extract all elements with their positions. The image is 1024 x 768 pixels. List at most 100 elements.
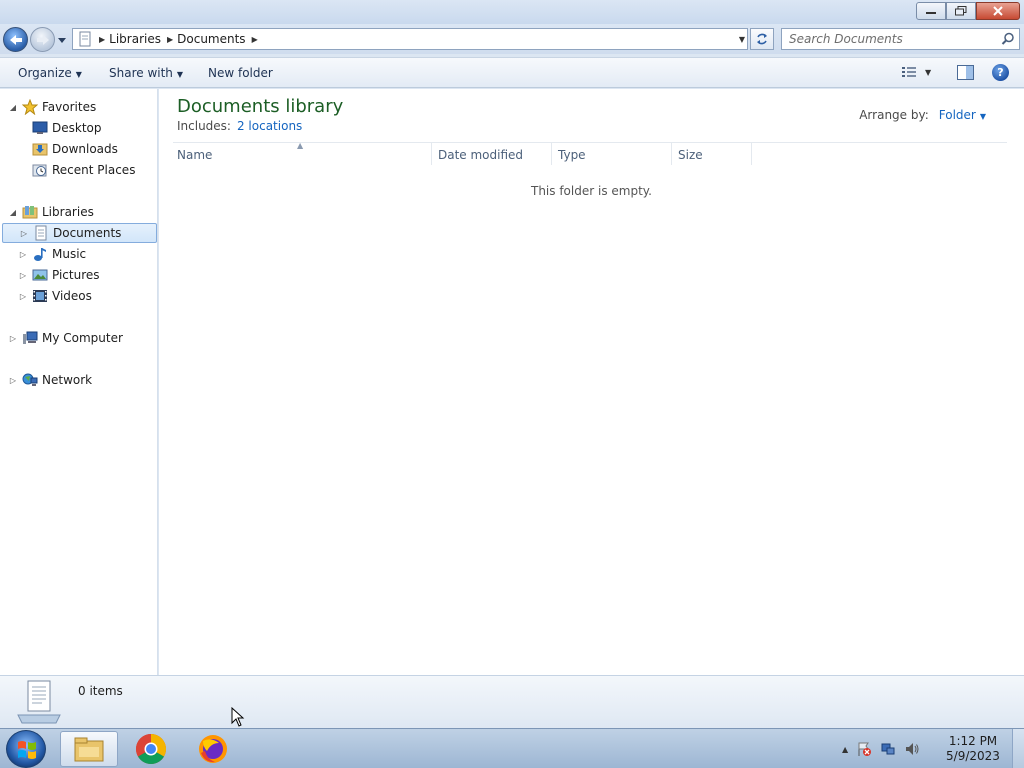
title-bar <box>0 0 1024 24</box>
recent-pages-dropdown[interactable] <box>57 33 67 47</box>
column-date-modified[interactable]: Date modified <box>438 148 548 168</box>
column-divider[interactable] <box>671 143 672 165</box>
restore-button[interactable] <box>946 2 976 20</box>
column-size[interactable]: Size <box>678 148 748 168</box>
help-icon: ? <box>997 66 1004 79</box>
chevron-down-icon[interactable]: ▼ <box>739 35 745 44</box>
details-pane: 0 items <box>0 675 1024 728</box>
nav-favorites-label: Favorites <box>42 100 97 114</box>
includes-label: Includes: <box>177 119 231 133</box>
expand-arrow-icon[interactable]: ▷ <box>18 250 28 259</box>
documents-library-icon <box>17 680 61 724</box>
restore-icon <box>955 6 967 16</box>
help-button[interactable]: ? <box>992 64 1009 81</box>
expand-arrow-icon[interactable]: ▷ <box>18 271 28 280</box>
forward-button[interactable] <box>30 27 55 52</box>
expand-arrow-icon[interactable]: ▷ <box>18 292 28 301</box>
organize-button[interactable]: Organize ▼ <box>18 66 82 80</box>
nav-videos-label: Videos <box>52 289 92 303</box>
chevron-down-icon[interactable]: ▼ <box>980 112 986 121</box>
change-view-button[interactable]: ▼ <box>901 66 931 78</box>
libraries-icon <box>22 206 38 219</box>
address-row: ▶ Libraries ▶ Documents ▶ ▼ <box>0 24 1024 54</box>
nav-my-computer[interactable]: ▷ My Computer <box>8 328 123 348</box>
search-input[interactable] <box>782 29 992 49</box>
preview-pane-button[interactable] <box>957 65 974 83</box>
expand-arrow-icon[interactable]: ▷ <box>19 229 29 238</box>
breadcrumb-separator[interactable]: ▶ <box>167 35 173 44</box>
chrome-icon <box>135 734 167 765</box>
show-desktop-button[interactable] <box>1012 729 1024 768</box>
nav-music[interactable]: ▷ Music <box>18 244 86 264</box>
share-with-button[interactable]: Share with ▼ <box>109 66 183 80</box>
address-bar[interactable]: ▶ Libraries ▶ Documents ▶ ▼ <box>72 28 748 50</box>
taskbar: ▲ 1:12 PM 5/9/2023 <box>0 728 1024 768</box>
close-button[interactable] <box>976 2 1020 20</box>
column-divider[interactable] <box>431 143 432 165</box>
nav-videos[interactable]: ▷ Videos <box>18 286 92 306</box>
videos-icon <box>33 290 47 302</box>
empty-folder-message: This folder is empty. <box>531 184 652 198</box>
nav-my-computer-label: My Computer <box>42 331 123 345</box>
locations-link[interactable]: 2 locations <box>237 119 302 133</box>
nav-pictures[interactable]: ▷ Pictures <box>18 265 100 285</box>
item-count: 0 items <box>78 684 123 698</box>
refresh-button[interactable] <box>750 28 774 50</box>
library-icon <box>79 31 91 47</box>
column-divider[interactable] <box>751 143 752 165</box>
breadcrumb-libraries[interactable]: Libraries <box>109 32 161 46</box>
breadcrumb-separator[interactable]: ▶ <box>99 35 105 44</box>
nav-pictures-label: Pictures <box>52 268 100 282</box>
nav-desktop[interactable]: Desktop <box>18 118 102 138</box>
folder-icon <box>74 737 104 762</box>
preview-pane-icon <box>957 65 974 80</box>
show-hidden-icons-button[interactable]: ▲ <box>842 745 848 754</box>
expand-arrow-icon[interactable]: ▷ <box>8 376 18 385</box>
clock-date: 5/9/2023 <box>946 749 1000 763</box>
file-list-pane[interactable]: Documents library Includes: 2 locations A… <box>159 89 1024 675</box>
details-view-icon <box>902 67 916 77</box>
system-tray: ▲ <box>842 741 920 757</box>
search-box[interactable] <box>781 28 1020 50</box>
volume-icon[interactable] <box>904 741 920 757</box>
taskbar-chrome[interactable] <box>122 731 180 767</box>
chevron-down-icon: ▼ <box>75 70 82 79</box>
back-button[interactable] <box>3 27 28 52</box>
network-status-icon[interactable] <box>880 741 896 757</box>
nav-downloads[interactable]: Downloads <box>18 139 118 159</box>
new-folder-button[interactable]: New folder <box>208 66 273 80</box>
clock-time: 1:12 PM <box>948 734 998 748</box>
nav-recent-places-label: Recent Places <box>52 163 136 177</box>
library-includes: Includes: 2 locations <box>177 119 302 133</box>
nav-recent-places[interactable]: Recent Places <box>18 160 135 180</box>
taskbar-firefox[interactable] <box>184 731 242 767</box>
breadcrumb-documents[interactable]: Documents <box>177 32 245 46</box>
search-icon[interactable] <box>1001 32 1015 46</box>
arrange-by-dropdown[interactable]: Folder <box>939 108 976 122</box>
nav-favorites[interactable]: ◢ Favorites <box>8 97 96 117</box>
minimize-button[interactable] <box>916 2 946 20</box>
column-divider[interactable] <box>551 143 552 165</box>
taskbar-clock[interactable]: 1:12 PM 5/9/2023 <box>944 734 1002 764</box>
arrange-by-label: Arrange by: <box>859 108 929 122</box>
column-header-row: ▲ Name Date modified Type Size <box>173 141 1007 168</box>
collapse-arrow-icon[interactable]: ◢ <box>8 208 18 217</box>
start-button[interactable] <box>6 730 46 768</box>
nav-network-label: Network <box>42 373 93 387</box>
window-controls <box>916 2 1020 20</box>
action-center-flag-icon[interactable] <box>856 741 872 757</box>
nav-libraries[interactable]: ◢ Libraries <box>8 202 94 222</box>
computer-icon <box>23 331 38 344</box>
refresh-icon <box>757 33 767 45</box>
collapse-arrow-icon[interactable]: ◢ <box>8 103 18 112</box>
column-name[interactable]: Name <box>177 148 427 168</box>
breadcrumb-separator[interactable]: ▶ <box>252 35 258 44</box>
nav-network[interactable]: ▷ Network <box>8 370 92 390</box>
expand-arrow-icon[interactable]: ▷ <box>8 334 18 343</box>
taskbar-explorer[interactable] <box>60 731 118 767</box>
nav-documents[interactable]: ▷ Documents <box>2 223 157 243</box>
music-icon <box>34 248 46 261</box>
column-type[interactable]: Type <box>558 148 668 168</box>
pictures-icon <box>32 269 48 281</box>
organize-label: Organize <box>18 66 72 80</box>
